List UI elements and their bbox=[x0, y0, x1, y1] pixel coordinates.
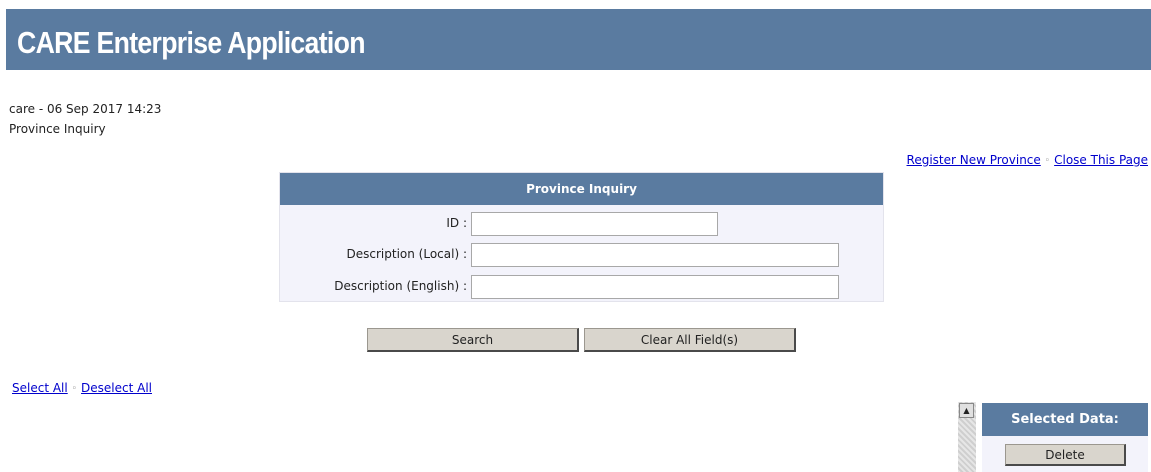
selection-actions: Select All ◦ Deselect All bbox=[12, 381, 152, 395]
selected-data-panel: Selected Data: Delete bbox=[982, 403, 1148, 472]
search-button[interactable]: Search bbox=[367, 328, 579, 352]
description-local-input[interactable] bbox=[471, 243, 839, 267]
app-banner: CARE Enterprise Application bbox=[6, 9, 1151, 70]
select-all-link[interactable]: Select All bbox=[12, 381, 68, 395]
page-actions: Register New Province ◦ Close This Page bbox=[907, 153, 1148, 167]
selected-data-title: Selected Data: bbox=[982, 403, 1148, 436]
scroll-up-arrow-icon[interactable]: ▲ bbox=[959, 403, 974, 418]
vertical-scrollbar[interactable]: ▲ bbox=[958, 402, 976, 472]
register-new-province-link[interactable]: Register New Province bbox=[907, 153, 1041, 167]
form-row-description-local: Description (Local) : bbox=[280, 243, 883, 267]
form-row-id: ID : bbox=[280, 212, 883, 236]
deselect-all-link[interactable]: Deselect All bbox=[81, 381, 152, 395]
description-local-label: Description (Local) : bbox=[346, 247, 467, 261]
link-separator: ◦ bbox=[1044, 156, 1051, 166]
description-english-label: Description (English) : bbox=[334, 279, 467, 293]
id-label: ID : bbox=[446, 216, 467, 230]
form-row-description-english: Description (English) : bbox=[280, 275, 883, 299]
app-title: CARE Enterprise Application bbox=[17, 25, 366, 60]
description-english-input[interactable] bbox=[471, 275, 839, 299]
inquiry-form: Province Inquiry ID : Description (Local… bbox=[279, 172, 884, 302]
close-page-link[interactable]: Close This Page bbox=[1054, 153, 1148, 167]
form-header: Province Inquiry bbox=[280, 173, 883, 205]
session-info: care - 06 Sep 2017 14:23 bbox=[9, 102, 162, 116]
delete-button[interactable]: Delete bbox=[1005, 444, 1126, 466]
link-separator: ◦ bbox=[71, 384, 78, 394]
page-subtitle: Province Inquiry bbox=[9, 122, 106, 136]
clear-all-fields-button[interactable]: Clear All Field(s) bbox=[584, 328, 796, 352]
id-input[interactable] bbox=[471, 212, 718, 236]
